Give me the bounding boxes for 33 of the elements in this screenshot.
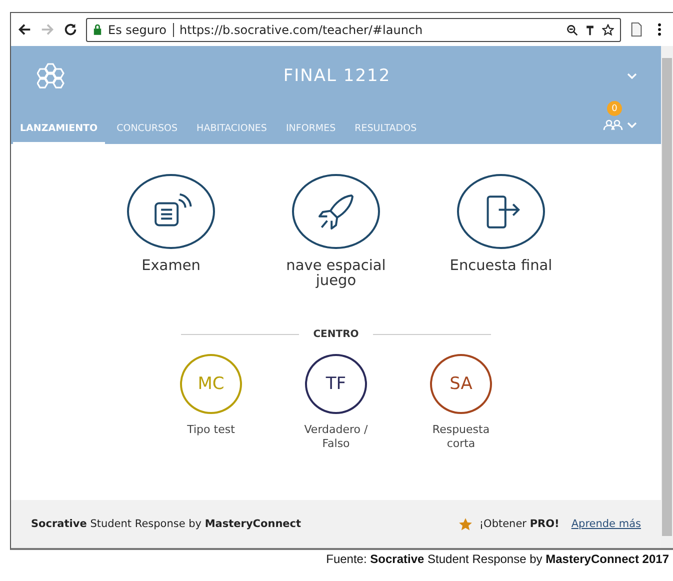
question-type-label: Verdadero / Falso [303,423,369,452]
room-title: FINAL 1212 [282,66,392,86]
question-type-button[interactable]: SA [430,354,492,414]
star-icon [458,516,474,532]
page-icon[interactable] [629,22,644,37]
url-text: https://b.socrative.com/teacher/#launch [180,22,424,36]
nav-tab[interactable]: INFORMES [278,113,343,144]
learn-more-link[interactable]: Aprende más [571,518,641,530]
question-type-button[interactable]: MC [180,354,242,414]
lock-icon [93,24,102,35]
nav-tab[interactable]: LANZAMIENTO [13,113,105,144]
count-badge: 0 [607,101,622,116]
source-caption: Fuente: Socrative Student Response by MasteryConnect 2017 [325,551,670,566]
secure-label: Es seguro [108,22,167,36]
activity-label: nave espacial juego [285,259,387,290]
nav-tab[interactable]: HABITACIONES [190,113,274,144]
scrollbar[interactable] [661,46,673,548]
footer-credit: Socrative Student Response by MasteryConnect [31,518,302,530]
address-bar[interactable]: Es seguro https://b.socrative.com/teacher/#launch [86,18,621,42]
hexagon-logo-icon [37,61,67,91]
section-title: CENTRO [313,329,359,340]
reload-icon[interactable] [63,22,78,37]
question-type-label: Respuesta corta [431,423,491,452]
activity-label: Examen [142,259,200,274]
activity-label: Encuesta final [450,259,552,274]
question-type-button[interactable]: TF [305,354,367,414]
nav-tab[interactable]: RESULTADOS [348,113,424,144]
zoom-icon[interactable] [566,24,578,36]
pro-offer: ¡Obtener PRO! [479,518,560,530]
star-icon[interactable] [602,24,614,36]
back-icon[interactable] [17,22,32,37]
nav-tab[interactable]: CONCURSOS [110,113,185,144]
question-type-label: Tipo test [187,423,235,438]
